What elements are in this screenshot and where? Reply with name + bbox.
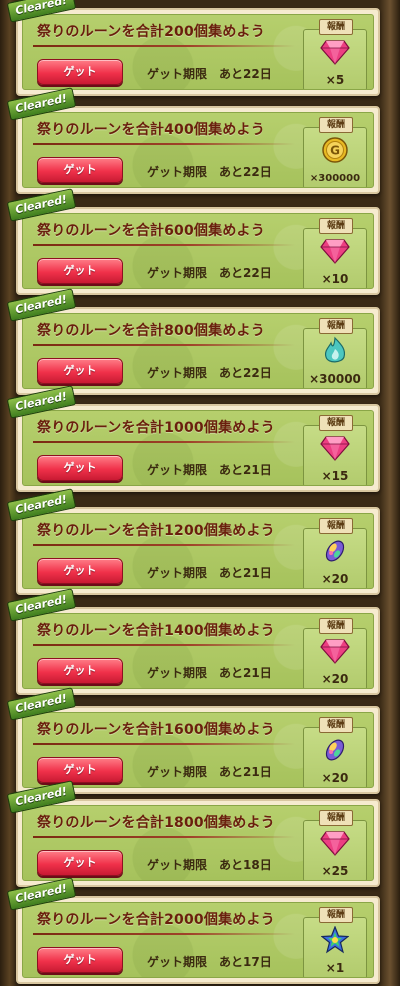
mission-card: 祭りのルーンを合計400個集めよう ゲット ゲット期限 あと22日 報酬 G ×… bbox=[6, 87, 380, 194]
deadline-text: ゲット期限 あと21日 bbox=[147, 566, 272, 580]
mission-card: 祭りのルーンを合計200個集めよう ゲット ゲット期限 あと22日 報酬 ×5 … bbox=[6, 0, 380, 96]
mission-title: 祭りのルーンを合計1400個集めよう bbox=[37, 623, 275, 639]
get-button[interactable]: ゲット bbox=[37, 658, 123, 684]
reward-label: 報酬 bbox=[319, 907, 353, 923]
reward-label: 報酬 bbox=[319, 810, 353, 826]
deadline-text: ゲット期限 あと18日 bbox=[147, 858, 272, 872]
get-button[interactable]: ゲット bbox=[37, 258, 123, 284]
title-divider bbox=[33, 441, 295, 443]
reward-label: 報酬 bbox=[319, 218, 353, 234]
deadline-text: ゲット期限 あと22日 bbox=[147, 366, 272, 380]
get-button[interactable]: ゲット bbox=[37, 947, 123, 973]
mission-title: 祭りのルーンを合計400個集めよう bbox=[37, 122, 265, 138]
svg-text:G: G bbox=[330, 144, 340, 158]
title-divider bbox=[33, 344, 295, 346]
reward-quantity: ×25 bbox=[321, 864, 349, 878]
rainbow-seed-icon bbox=[319, 536, 351, 566]
reward-label: 報酬 bbox=[319, 415, 353, 431]
mission-card: 祭りのルーンを合計1800個集めよう ゲット ゲット期限 あと18日 報酬 ×2… bbox=[6, 780, 380, 887]
mission-card-body: 祭りのルーンを合計200個集めよう ゲット ゲット期限 あと22日 報酬 ×5 bbox=[22, 14, 374, 90]
deadline-text: ゲット期限 あと21日 bbox=[147, 666, 272, 680]
mission-card-body: 祭りのルーンを合計1400個集めよう ゲット ゲット期限 あと21日 報酬 ×2… bbox=[22, 613, 374, 689]
reward-quantity: ×20 bbox=[321, 771, 349, 785]
title-divider bbox=[33, 743, 295, 745]
reward-quantity: ×20 bbox=[321, 672, 349, 686]
reward-quantity: ×15 bbox=[321, 469, 349, 483]
mission-title: 祭りのルーンを合計800個集めよう bbox=[37, 323, 265, 339]
reward-label: 報酬 bbox=[319, 19, 353, 35]
reward-label: 報酬 bbox=[319, 117, 353, 133]
gem-icon bbox=[319, 433, 351, 463]
teal-flame-icon bbox=[319, 336, 351, 366]
mission-card-body: 祭りのルーンを合計1000個集めよう ゲット ゲット期限 あと21日 報酬 ×1… bbox=[22, 410, 374, 486]
get-button[interactable]: ゲット bbox=[37, 850, 123, 876]
reward-label: 報酬 bbox=[319, 618, 353, 634]
mission-card: 祭りのルーンを合計600個集めよう ゲット ゲット期限 あと22日 報酬 ×10… bbox=[6, 188, 380, 295]
mission-card-body: 祭りのルーンを合計1800個集めよう ゲット ゲット期限 あと18日 報酬 ×2… bbox=[22, 805, 374, 881]
deadline-text: ゲット期限 あと22日 bbox=[147, 165, 272, 179]
rainbow-seed-icon bbox=[319, 735, 351, 765]
mission-title: 祭りのルーンを合計600個集めよう bbox=[37, 223, 265, 239]
mission-card: 祭りのルーンを合計2000個集めよう ゲット ゲット期限 あと17日 報酬 ×1… bbox=[6, 877, 380, 984]
get-button[interactable]: ゲット bbox=[37, 358, 123, 384]
title-divider bbox=[33, 143, 295, 145]
reward-label: 報酬 bbox=[319, 717, 353, 733]
reward-quantity: ×20 bbox=[321, 572, 349, 586]
get-button[interactable]: ゲット bbox=[37, 59, 123, 85]
mission-card-body: 祭りのルーンを合計400個集めよう ゲット ゲット期限 あと22日 報酬 G ×… bbox=[22, 112, 374, 188]
gold-coin-icon: G bbox=[319, 135, 351, 165]
title-divider bbox=[33, 836, 295, 838]
mission-title: 祭りのルーンを合計2000個集めよう bbox=[37, 912, 275, 928]
mission-card: 祭りのルーンを合計1000個集めよう ゲット ゲット期限 あと21日 報酬 ×1… bbox=[6, 385, 380, 492]
mission-card-body: 祭りのルーンを合計600個集めよう ゲット ゲット期限 あと22日 報酬 ×10 bbox=[22, 213, 374, 289]
gem-icon bbox=[319, 37, 351, 67]
reward-label: 報酬 bbox=[319, 318, 353, 334]
title-divider bbox=[33, 644, 295, 646]
star-icon bbox=[319, 925, 351, 955]
gem-icon bbox=[319, 636, 351, 666]
reward-quantity: ×30000 bbox=[309, 372, 361, 386]
mission-card-body: 祭りのルーンを合計800個集めよう ゲット ゲット期限 あと22日 報酬 ×30… bbox=[22, 313, 374, 389]
mission-title: 祭りのルーンを合計1600個集めよう bbox=[37, 722, 275, 738]
mission-card: 祭りのルーンを合計1400個集めよう ゲット ゲット期限 あと21日 報酬 ×2… bbox=[6, 588, 380, 695]
title-divider bbox=[33, 544, 295, 546]
reward-quantity: ×1 bbox=[325, 961, 345, 975]
deadline-text: ゲット期限 あと22日 bbox=[147, 67, 272, 81]
mission-title: 祭りのルーンを合計1800個集めよう bbox=[37, 815, 275, 831]
deadline-text: ゲット期限 あと17日 bbox=[147, 955, 272, 969]
title-divider bbox=[33, 45, 295, 47]
mission-card-body: 祭りのルーンを合計2000個集めよう ゲット ゲット期限 あと17日 報酬 ×1 bbox=[22, 902, 374, 978]
mission-card: 祭りのルーンを合計1200個集めよう ゲット ゲット期限 あと21日 報酬 ×2… bbox=[6, 488, 380, 595]
mission-list: 祭りのルーンを合計200個集めよう ゲット ゲット期限 あと22日 報酬 ×5 … bbox=[0, 0, 400, 986]
mission-card-body: 祭りのルーンを合計1200個集めよう ゲット ゲット期限 あと21日 報酬 ×2… bbox=[22, 513, 374, 589]
get-button[interactable]: ゲット bbox=[37, 455, 123, 481]
reward-quantity: ×5 bbox=[325, 73, 345, 87]
title-divider bbox=[33, 244, 295, 246]
mission-title: 祭りのルーンを合計200個集めよう bbox=[37, 24, 265, 40]
reward-quantity: ×300000 bbox=[309, 173, 361, 184]
reward-label: 報酬 bbox=[319, 518, 353, 534]
mission-title: 祭りのルーンを合計1200個集めよう bbox=[37, 523, 275, 539]
deadline-text: ゲット期限 あと22日 bbox=[147, 266, 272, 280]
mission-title: 祭りのルーンを合計1000個集めよう bbox=[37, 420, 275, 436]
mission-card-body: 祭りのルーンを合計1600個集めよう ゲット ゲット期限 あと21日 報酬 ×2… bbox=[22, 712, 374, 788]
title-divider bbox=[33, 933, 295, 935]
deadline-text: ゲット期限 あと21日 bbox=[147, 463, 272, 477]
get-button[interactable]: ゲット bbox=[37, 157, 123, 183]
gem-icon bbox=[319, 828, 351, 858]
gem-icon bbox=[319, 236, 351, 266]
deadline-text: ゲット期限 あと21日 bbox=[147, 765, 272, 779]
get-button[interactable]: ゲット bbox=[37, 558, 123, 584]
get-button[interactable]: ゲット bbox=[37, 757, 123, 783]
mission-card: 祭りのルーンを合計800個集めよう ゲット ゲット期限 あと22日 報酬 ×30… bbox=[6, 288, 380, 395]
reward-quantity: ×10 bbox=[321, 272, 349, 286]
